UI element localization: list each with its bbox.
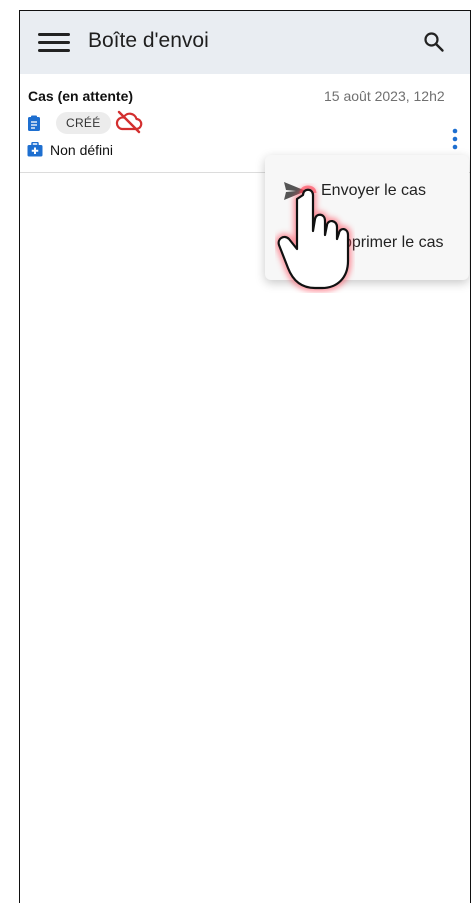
send-icon: [284, 182, 306, 200]
send-case-label: Envoyer le cas: [321, 182, 426, 199]
clipboard-icon: [28, 115, 40, 131]
case-type: Non défini: [50, 142, 114, 158]
send-case-menu-item[interactable]: Envoyer le cas: [265, 165, 469, 217]
page-title: Boîte d'envoi: [88, 29, 209, 52]
case-date: 15 août 2023, 12h2: [324, 88, 445, 104]
hamburger-menu-icon[interactable]: [38, 31, 72, 55]
case-context-menu: Envoyer le cas pprimer le cas: [265, 155, 469, 280]
cloud-off-icon: [115, 110, 143, 134]
search-icon[interactable]: [422, 30, 446, 54]
delete-case-label: pprimer le cas: [343, 234, 444, 251]
delete-case-menu-item[interactable]: pprimer le cas: [265, 217, 469, 269]
status-badge: CRÉÉ: [56, 112, 111, 134]
more-vertical-icon[interactable]: [445, 126, 465, 152]
case-title: Cas (en attente): [28, 88, 134, 104]
app-screen: Boîte d'envoi Cas (en attente) 15 août 2…: [19, 10, 471, 903]
app-bar: Boîte d'envoi: [20, 11, 470, 74]
medical-kit-icon: [27, 142, 43, 157]
